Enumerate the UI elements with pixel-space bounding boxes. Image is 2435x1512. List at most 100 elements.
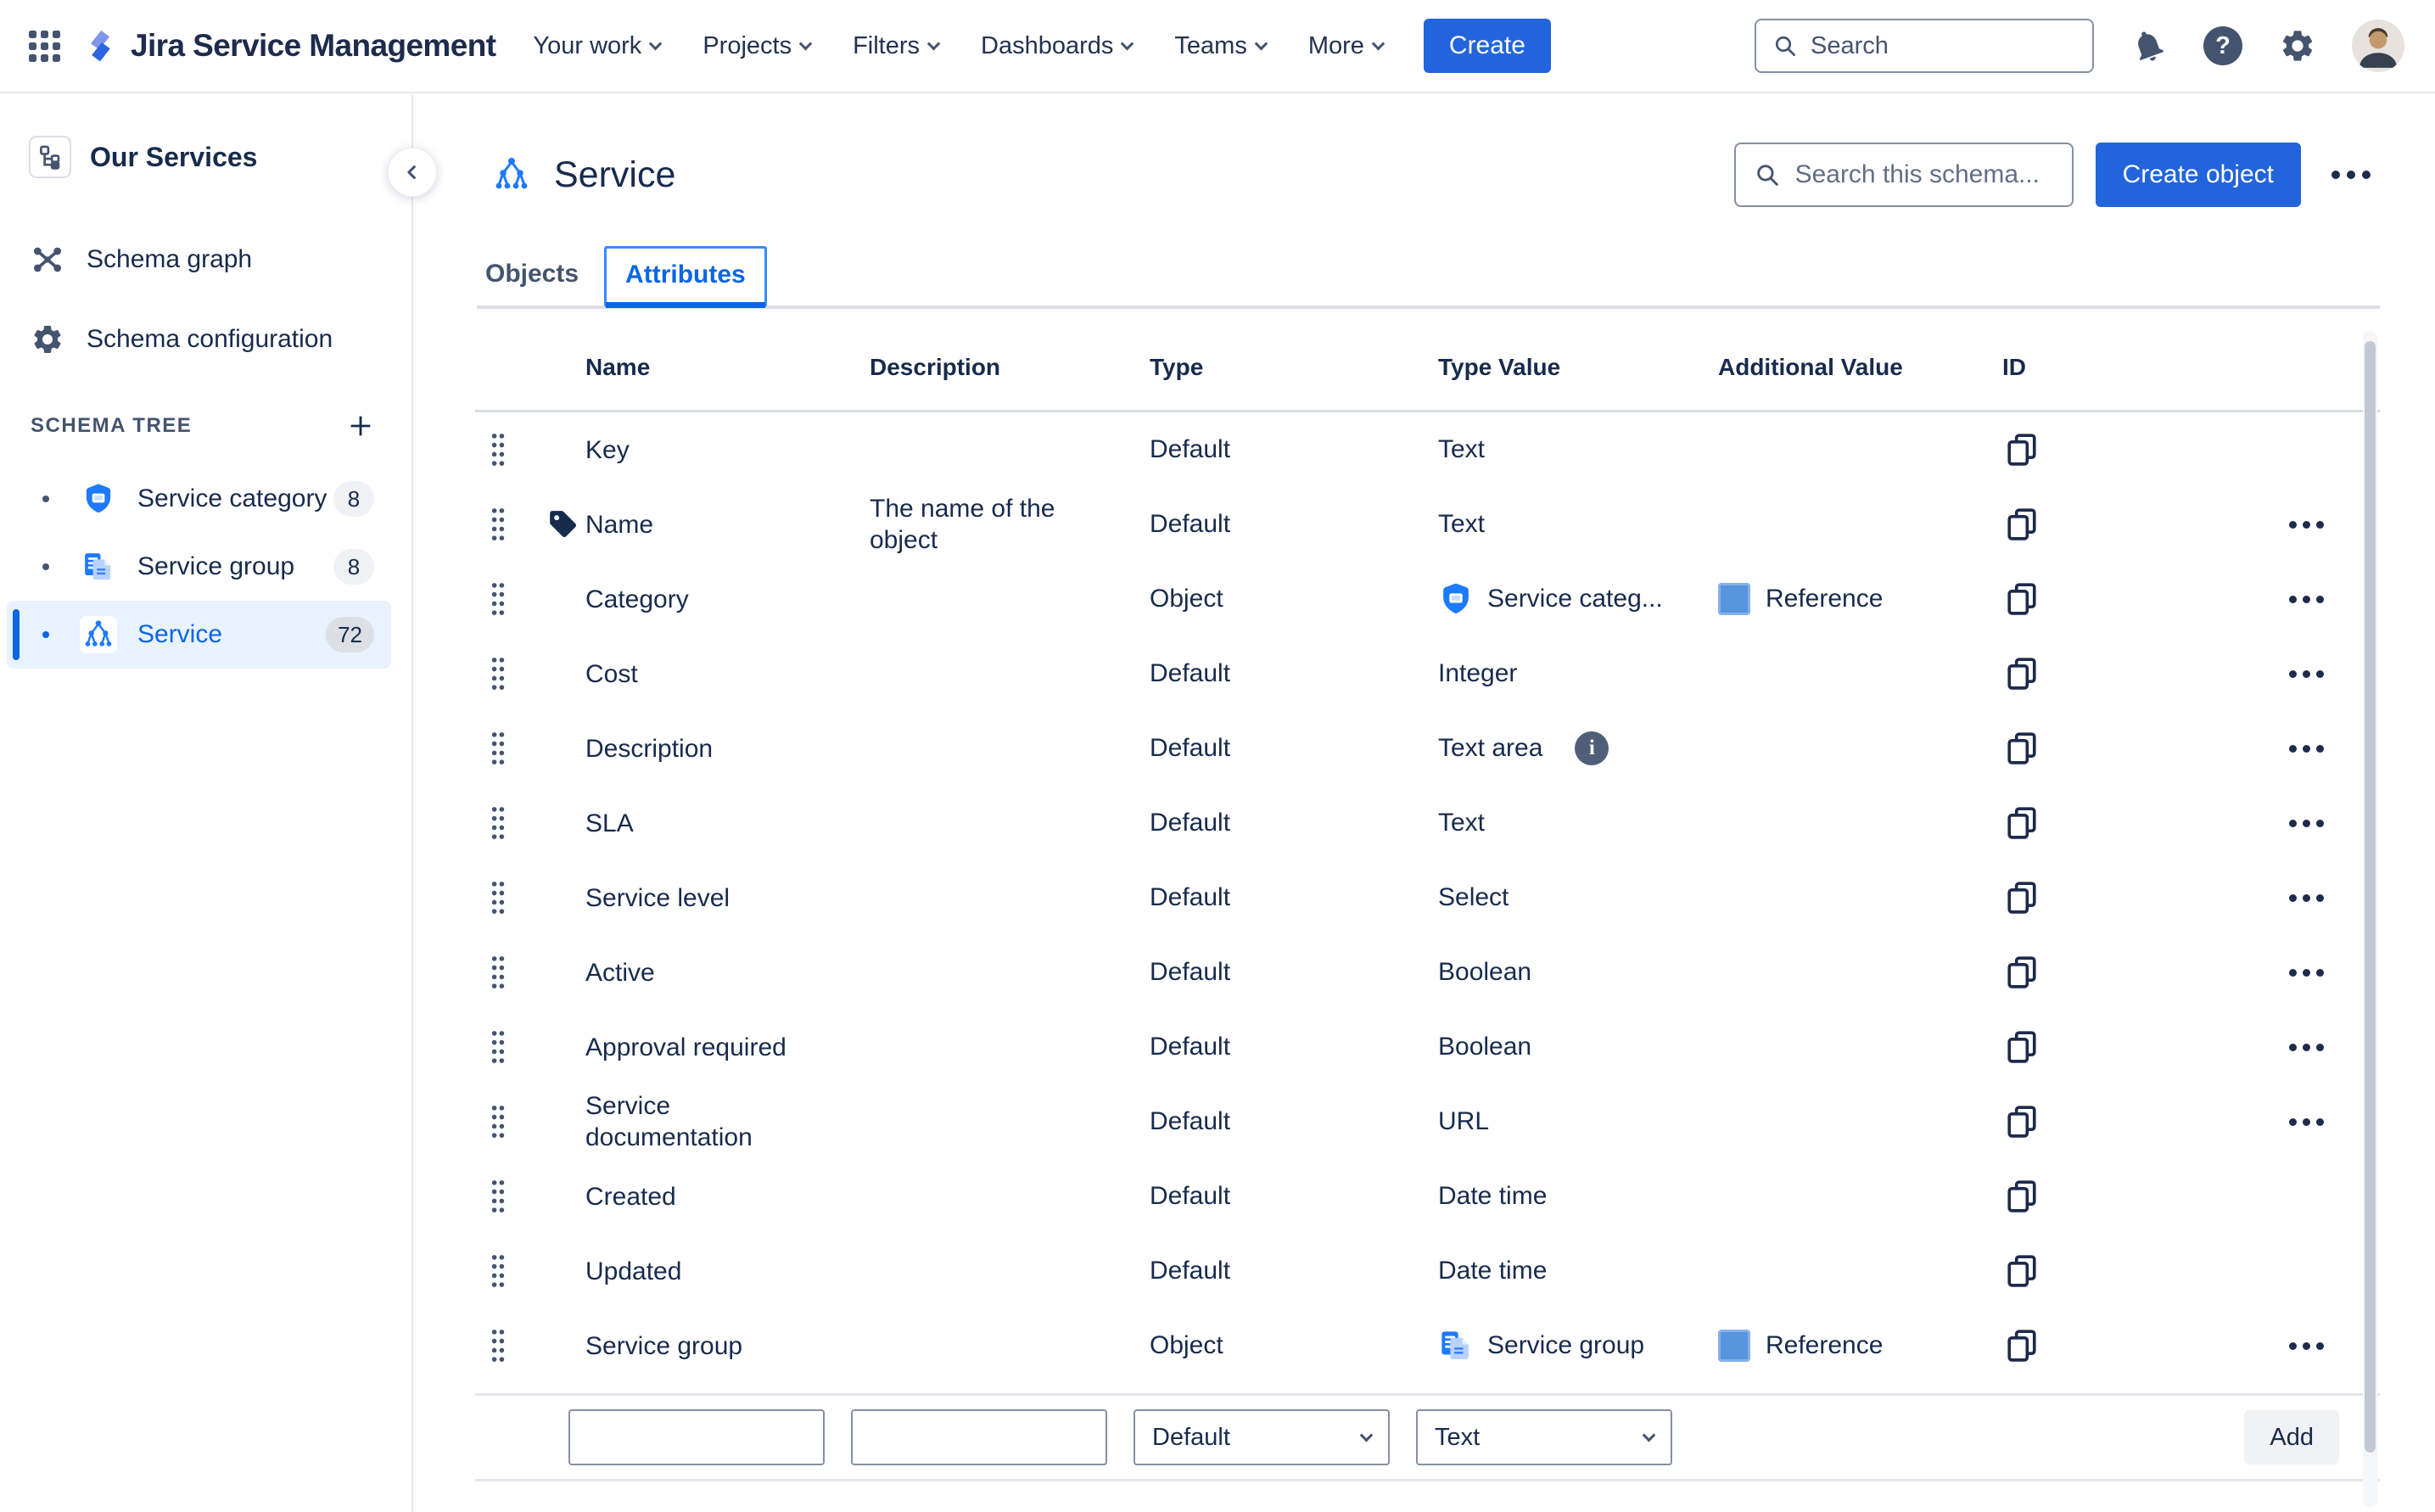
copy-id-button[interactable] [2002,505,2041,544]
chevron-down-icon [926,36,941,50]
create-object-button[interactable]: Create object [2095,143,2301,207]
copy-id-button[interactable] [2002,1102,2041,1141]
attribute-type: Default [1150,510,1231,538]
nav-dashboards[interactable]: Dashboards [981,32,1134,60]
row-menu-button[interactable] [2282,962,2331,983]
copy-id-button[interactable] [2002,953,2041,992]
copy-id-button[interactable] [2002,580,2041,619]
schema-more-menu-button[interactable] [2323,162,2379,188]
create-button[interactable]: Create [1423,19,1551,73]
schema-title: Our Services [90,141,258,172]
row-menu-button[interactable] [2282,1112,2331,1133]
search-icon [1775,36,1795,56]
nav-teams[interactable]: Teams [1174,32,1268,60]
new-attribute-name-input[interactable] [568,1409,825,1465]
drag-handle-icon[interactable] [489,879,507,916]
copy-id-button[interactable] [2002,1252,2041,1291]
column-header-description: Description [870,353,1001,380]
sidebar-collapse-button[interactable] [388,148,437,197]
copy-id-button[interactable] [2002,654,2041,693]
pages-icon [1438,1328,1474,1364]
row-menu-button[interactable] [2282,514,2331,535]
attribute-name: Service level [585,883,730,912]
reference-color-square [1718,1330,1750,1362]
attribute-type: Default [1150,1107,1231,1135]
nav-more[interactable]: More [1308,32,1385,60]
sidebar-item-schema-configuration[interactable]: Schema configuration [31,314,411,365]
attribute-name: Active [585,958,655,987]
info-icon[interactable]: i [1575,731,1609,765]
chevron-down-icon [649,36,663,50]
global-search[interactable] [1755,19,2094,73]
bullet-icon [42,631,49,638]
drag-handle-icon[interactable] [489,1327,507,1364]
copy-id-button[interactable] [2002,729,2041,768]
schema-search[interactable] [1733,143,2074,207]
attribute-type: Default [1150,1257,1231,1285]
copy-id-button[interactable] [2002,1326,2041,1365]
drag-handle-icon[interactable] [489,804,507,842]
row-menu-button[interactable] [2282,589,2331,610]
row-menu-button[interactable] [2282,813,2331,834]
notifications-bell-icon[interactable] [2128,25,2169,66]
drag-handle-icon[interactable] [489,1028,507,1066]
user-avatar[interactable] [2352,20,2404,72]
chevron-down-icon [1254,36,1268,50]
plus-icon [350,416,371,436]
vertical-scrollbar[interactable] [2363,331,2377,1507]
help-icon[interactable]: ? [2203,25,2243,66]
nav-projects[interactable]: Projects [703,32,813,60]
bullet-icon [42,563,49,570]
sidebar: Our Services Schema graph Schema configu… [0,95,437,1512]
schema-search-input[interactable] [1794,160,2055,189]
add-object-type-button[interactable] [344,409,378,443]
scrollbar-thumb[interactable] [2365,341,2376,1453]
tab-attributes[interactable]: Attributes [604,246,767,308]
row-menu-button[interactable] [2282,888,2331,909]
row-menu-button[interactable] [2282,1336,2331,1357]
tree-item-service[interactable]: Service 72 [7,601,391,669]
add-attribute-button[interactable]: Add [2244,1410,2339,1464]
row-menu-button[interactable] [2282,738,2331,759]
drag-handle-icon[interactable] [489,580,507,618]
drag-handle-icon[interactable] [489,730,507,767]
nav-your-work[interactable]: Your work [533,32,663,60]
type-value-text: Select [1438,883,1509,911]
nav-filters[interactable]: Filters [853,32,941,60]
copy-id-button[interactable] [2002,1028,2041,1067]
table-row: Description Default Text area i [475,711,2380,786]
drag-handle-icon[interactable] [489,1252,507,1290]
attribute-name: Key [585,435,630,464]
chevron-down-icon [1121,36,1134,50]
global-search-input[interactable] [1811,31,2077,60]
drag-handle-icon[interactable] [489,655,507,692]
app-switcher-icon[interactable] [25,27,63,64]
drag-handle-icon[interactable] [489,506,507,543]
tree-item-service-group[interactable]: Service group 8 [7,533,391,601]
table-row: Approval required Default Boolean [475,1010,2380,1084]
sidebar-item-schema-graph[interactable]: Schema graph [31,234,411,285]
drag-handle-icon[interactable] [489,1178,507,1215]
schema-header: Our Services [29,136,411,178]
drag-handle-icon[interactable] [489,1103,507,1140]
new-attribute-description-input[interactable] [851,1409,1107,1465]
chevron-down-icon [1359,1428,1374,1442]
type-value-text: Text [1438,435,1486,463]
drag-handle-icon[interactable] [489,431,507,468]
copy-id-button[interactable] [2002,1177,2041,1216]
copy-id-button[interactable] [2002,430,2041,469]
drag-handle-icon[interactable] [489,954,507,991]
type-value-text: Date time [1438,1257,1548,1285]
copy-id-button[interactable] [2002,804,2041,843]
shield-icon [80,480,117,518]
new-attribute-type-select[interactable]: Default [1134,1409,1390,1465]
settings-gear-icon[interactable] [2277,25,2318,66]
row-menu-button[interactable] [2282,664,2331,685]
tab-objects[interactable]: Objects [477,248,587,305]
tree-item-service-category[interactable]: Service category 8 [7,465,391,533]
row-menu-button[interactable] [2282,1037,2331,1058]
new-attribute-type-value-select[interactable]: Text [1416,1409,1672,1465]
jira-logo[interactable]: Jira Service Management [81,27,496,64]
table-row: Active Default Boolean [475,935,2380,1010]
copy-id-button[interactable] [2002,878,2041,917]
